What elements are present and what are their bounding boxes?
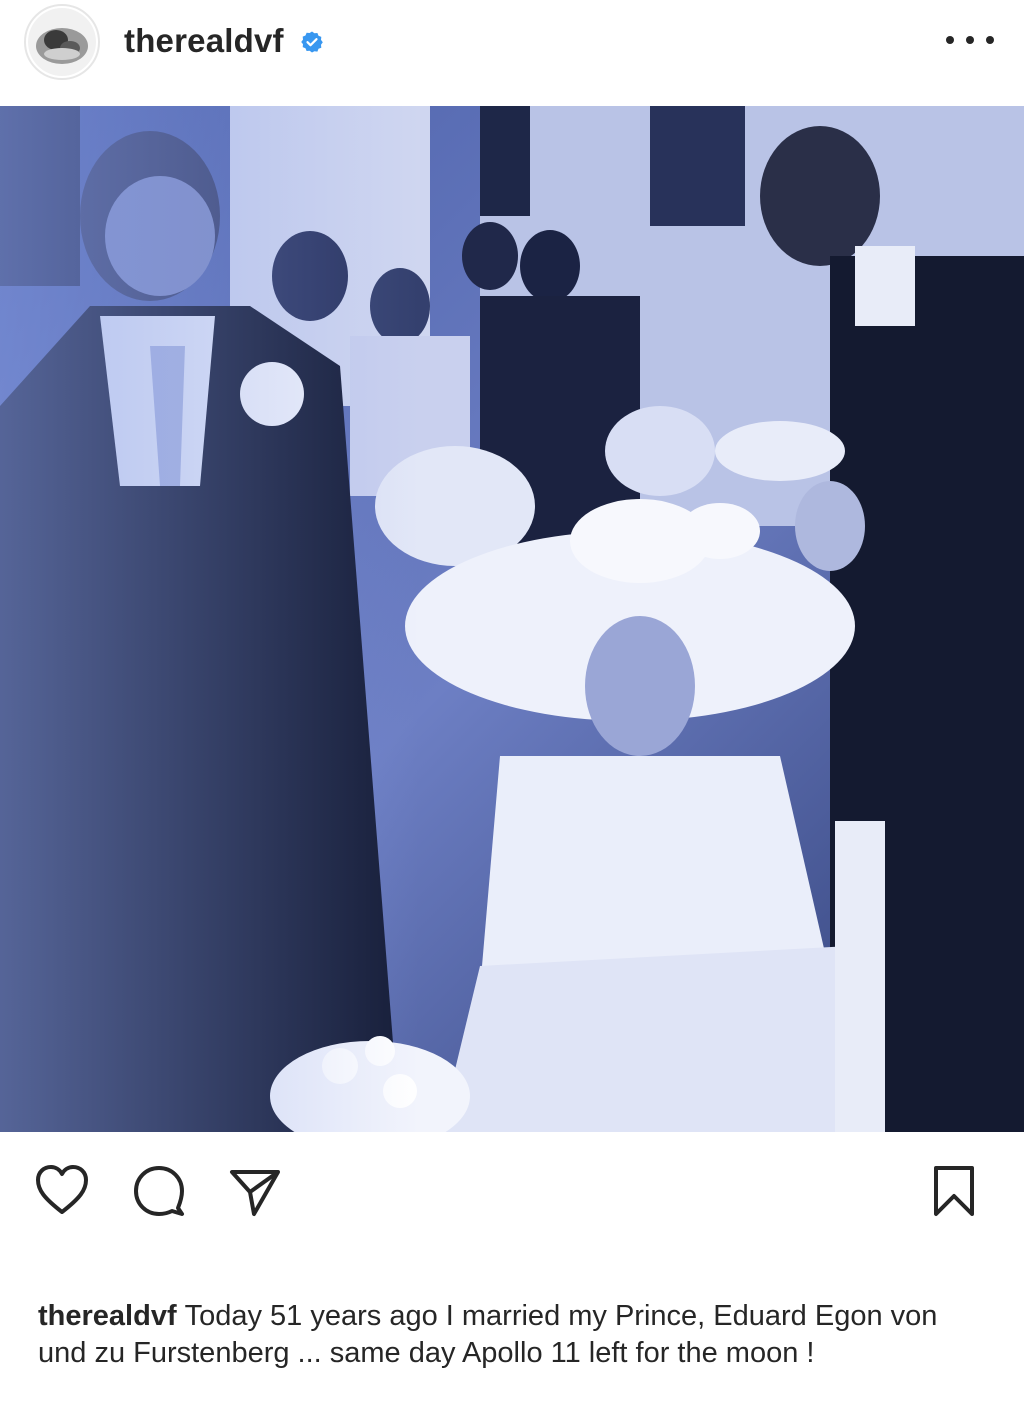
more-dot	[946, 36, 954, 44]
instagram-post: therealdvf therealdvf Today 51 years ago…	[0, 0, 1024, 1422]
post-caption: therealdvf Today 51 years ago I married m…	[38, 1298, 988, 1372]
comment-icon[interactable]	[132, 1164, 186, 1218]
post-photo[interactable]	[0, 106, 1024, 1132]
caption-username[interactable]: therealdvf	[38, 1300, 177, 1332]
post-username[interactable]: therealdvf	[124, 22, 284, 60]
more-dot	[966, 36, 974, 44]
heart-icon[interactable]	[34, 1164, 90, 1216]
profile-avatar[interactable]	[24, 4, 100, 80]
more-dot	[986, 36, 994, 44]
verified-badge-icon	[300, 30, 324, 54]
share-icon[interactable]	[228, 1164, 282, 1218]
more-options-icon[interactable]	[946, 20, 994, 60]
post-actions	[0, 1150, 1024, 1230]
post-header: therealdvf	[0, 0, 1024, 106]
bookmark-icon[interactable]	[930, 1164, 978, 1218]
